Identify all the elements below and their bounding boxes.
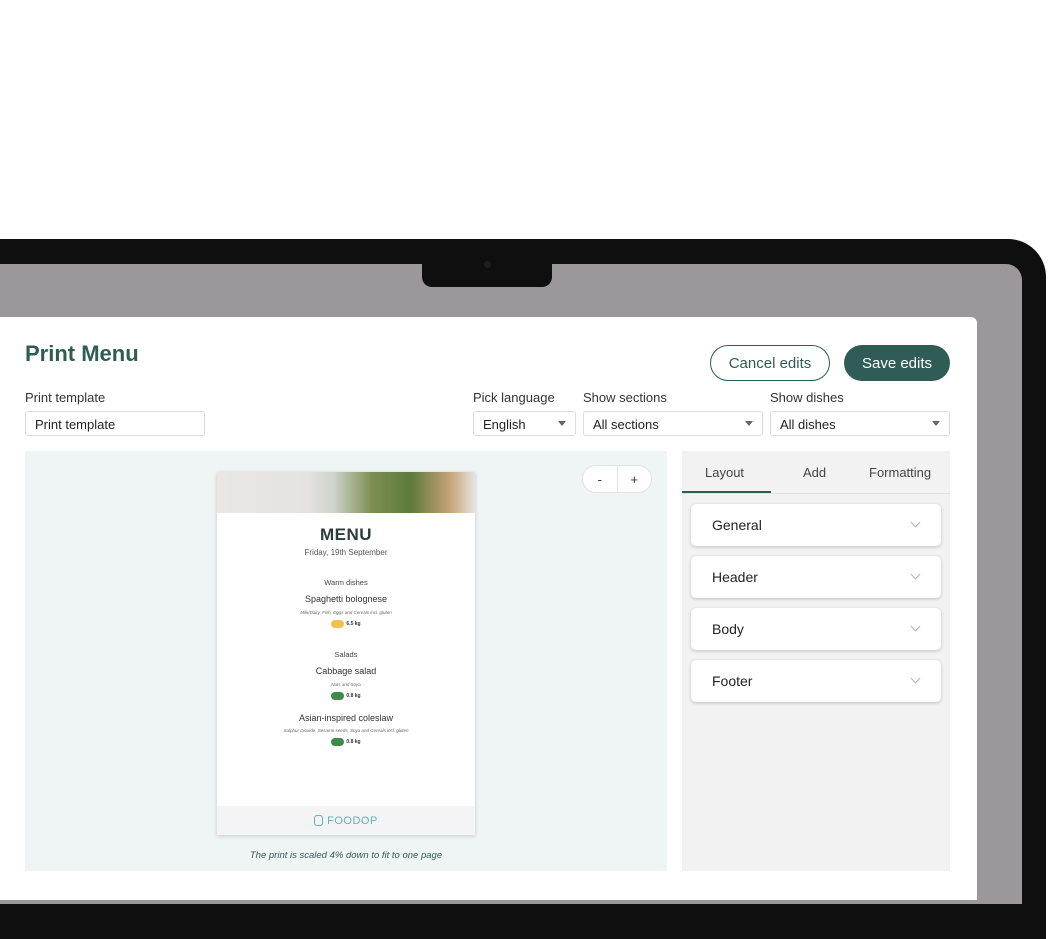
language-label: Pick language [473, 390, 555, 405]
cancel-edits-button[interactable]: Cancel edits [710, 345, 830, 381]
sections-select[interactable]: All sections [583, 411, 763, 436]
chevron-down-icon [910, 621, 921, 632]
scale-note: The print is scaled 4% down to fit to on… [249, 850, 443, 861]
menu-dish-co2: 0.8 kg [217, 738, 475, 746]
foodop-logo-icon [314, 815, 324, 826]
sections-label: Show sections [583, 390, 667, 405]
foodop-logo-text: FOODOP [327, 814, 378, 827]
co2-cloud-icon [331, 620, 345, 628]
caret-down-icon [932, 421, 940, 426]
tab-layout[interactable]: Layout [705, 465, 744, 480]
print-template-value: Print template [35, 417, 116, 432]
zoom-out-button[interactable]: - [583, 466, 617, 492]
menu-dish-name: Cabbage salad [315, 666, 377, 676]
menu-dish-co2: 6.5 kg [217, 620, 475, 628]
menu-dish-name: Asian-inspired coleslaw [298, 713, 394, 723]
accordion-label: General [712, 517, 762, 533]
chevron-down-icon [910, 517, 921, 528]
co2-value: 6.5 kg [346, 621, 361, 627]
language-value: English [483, 417, 526, 432]
menu-section-title: Salads [334, 650, 358, 659]
accordion-footer[interactable]: Footer [691, 660, 941, 702]
print-menu-window: Print Menu Cancel edits Save edits Print… [0, 317, 977, 900]
active-tab-indicator [682, 491, 771, 493]
chevron-down-icon [910, 569, 921, 580]
print-template-input[interactable]: Print template [25, 411, 205, 436]
zoom-control: - + [582, 465, 652, 493]
camera-dot [484, 261, 491, 268]
menu-footer: FOODOP [217, 806, 475, 835]
menu-section-title: Warm dishes [324, 578, 368, 587]
dishes-label: Show dishes [770, 390, 844, 405]
tab-formatting[interactable]: Formatting [869, 465, 931, 480]
co2-cloud-icon [331, 738, 345, 746]
settings-tabs: Layout Add Formatting [682, 451, 950, 494]
accordion-label: Body [712, 621, 744, 637]
caret-down-icon [745, 421, 753, 426]
accordion-label: Header [712, 569, 758, 585]
menu-title: MENU [319, 525, 373, 544]
accordion-general[interactable]: General [691, 504, 941, 546]
header-food-image [217, 472, 475, 513]
settings-panel: Layout Add Formatting General Header Bod… [682, 451, 950, 871]
language-select[interactable]: English [473, 411, 576, 436]
zoom-in-button[interactable]: + [618, 466, 652, 492]
print-template-label: Print template [25, 390, 106, 405]
tab-add[interactable]: Add [803, 465, 826, 480]
co2-value: 0.8 kg [346, 693, 361, 699]
sections-value: All sections [593, 417, 659, 432]
accordion-label: Footer [712, 673, 753, 689]
caret-down-icon [558, 421, 566, 426]
save-edits-button[interactable]: Save edits [844, 345, 950, 381]
menu-dish-allergens: Nuts and Soya [331, 682, 361, 687]
dishes-value: All dishes [780, 417, 836, 432]
menu-print-page: MENU Friday, 19th September Warm dishes … [217, 472, 475, 835]
menu-dish-allergens: Milk/Dairy, Fish, Eggs and Cereals incl.… [300, 610, 392, 615]
accordion-body[interactable]: Body [691, 608, 941, 650]
co2-cloud-icon [331, 692, 345, 700]
page-title: Print Menu [25, 341, 139, 366]
menu-dish-name: Spaghetti bolognese [304, 594, 388, 604]
menu-date: Friday, 19th September [304, 548, 388, 557]
chevron-down-icon [910, 673, 921, 684]
menu-dish-allergens: Sulphur Dioxide, Sesame seeds, Soya and … [283, 728, 409, 733]
accordion-header[interactable]: Header [691, 556, 941, 598]
co2-value: 0.8 kg [346, 739, 361, 745]
print-preview-area: - + MENU Friday, 19th September Warm dis… [25, 451, 667, 871]
menu-dish-co2: 0.8 kg [217, 692, 475, 700]
dishes-select[interactable]: All dishes [770, 411, 950, 436]
